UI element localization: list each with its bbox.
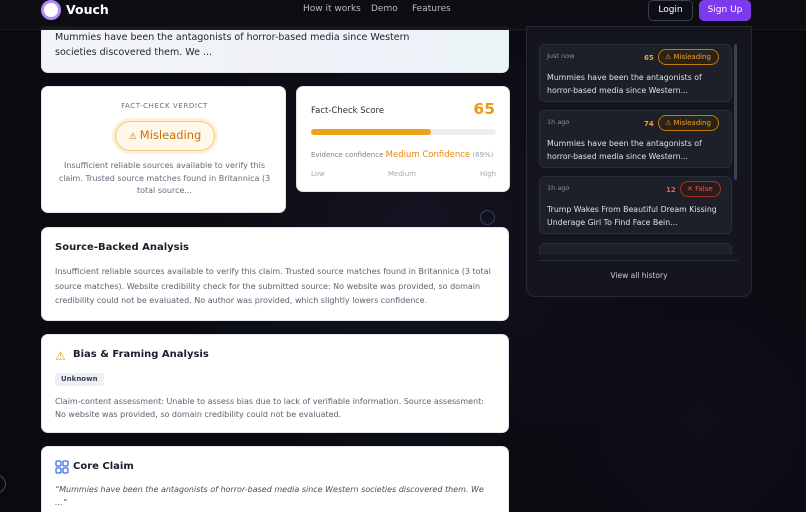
- scale-medium: Medium: [388, 170, 416, 178]
- view-all-history-link[interactable]: View all history: [526, 271, 752, 280]
- bias-status-badge: Unknown: [55, 373, 104, 386]
- warning-triangle-icon: ⚠: [128, 132, 137, 142]
- history-item-verdict: Misleading: [673, 119, 711, 127]
- evidence-confidence-label: Evidence confidence: [311, 151, 384, 159]
- history-scrollbar[interactable]: [734, 44, 737, 180]
- warning-triangle-icon: ⚠: [665, 53, 672, 61]
- score-card: Fact-Check Score 65 Evidence confidence …: [296, 86, 510, 192]
- evidence-confidence: Evidence confidence Medium Confidence (6…: [311, 150, 493, 160]
- claim-preview-text: Mummies have been the antagonists of hor…: [55, 32, 410, 58]
- history-item-verdict-badge: ✕ False: [680, 181, 721, 197]
- score-progress-bar: [311, 129, 496, 135]
- verdict-label: FACT-CHECK VERDICT: [121, 102, 208, 110]
- history-item-partial[interactable]: [539, 243, 732, 255]
- core-claim-body: “Mummies have been the antagonists of ho…: [55, 485, 484, 507]
- score-progress-fill: [311, 129, 432, 135]
- score-title: Fact-Check Score: [311, 106, 385, 116]
- history-item[interactable]: Just now 65 ⚠ Misleading Mummies have be…: [539, 44, 732, 102]
- history-item[interactable]: 1h ago 12 ✕ False Trump Wakes From Beaut…: [539, 176, 732, 234]
- history-item-verdict: False: [695, 185, 713, 193]
- signup-button[interactable]: Sign Up: [699, 0, 751, 21]
- close-x-icon: ✕: [687, 185, 693, 193]
- confidence-level: Medium Confidence: [385, 150, 471, 160]
- bias-body: Claim-content assessment: Unable to asse…: [55, 397, 484, 419]
- verdict-value: Misleading: [139, 128, 202, 142]
- nav-link-demo[interactable]: Demo: [371, 4, 398, 14]
- core-claim-title: Core Claim: [73, 461, 134, 472]
- source-analysis-card: Source-Backed Analysis Insufficient reli…: [41, 227, 509, 321]
- nav-link-features[interactable]: Features: [412, 4, 451, 14]
- history-item-verdict-badge: ⚠ Misleading: [658, 115, 719, 131]
- history-item-score: 12: [666, 186, 676, 194]
- verdict-badge: ⚠ Misleading: [115, 121, 215, 151]
- nav-link-how-it-works[interactable]: How it works: [303, 4, 361, 14]
- core-claim-card: Core Claim “Mummies have been the antago…: [41, 446, 509, 512]
- history-item-time: Just now: [547, 52, 575, 60]
- history-item-verdict-badge: ⚠ Misleading: [658, 49, 719, 65]
- history-item-verdict: Misleading: [673, 53, 711, 61]
- history-item-text: Mummies have been the antagonists of hor…: [547, 73, 702, 95]
- bias-analysis-card: ⚠ Bias & Framing Analysis Unknown Claim-…: [41, 334, 509, 433]
- verdict-description: Insufficient reliable sources available …: [58, 161, 271, 195]
- brand-name[interactable]: Vouch: [66, 2, 109, 17]
- history-item-score: 65: [644, 54, 654, 62]
- warning-triangle-icon: ⚠: [665, 119, 672, 127]
- scale-low: Low: [311, 170, 325, 178]
- history-divider: [539, 260, 738, 261]
- claim-preview-card: Mummies have been the antagonists of hor…: [41, 26, 509, 73]
- history-item-score: 74: [644, 120, 654, 128]
- verdict-card: FACT-CHECK VERDICT ⚠ Misleading Insuffici…: [41, 86, 286, 213]
- login-button[interactable]: Login: [648, 0, 693, 21]
- scale-high: High: [480, 170, 497, 178]
- analysis-body: Insufficient reliable sources available …: [55, 267, 491, 305]
- brand-logo-icon[interactable]: [41, 0, 61, 20]
- history-item-time: 1h ago: [547, 118, 570, 126]
- confidence-percent: (69%): [472, 151, 494, 159]
- warning-triangle-icon: ⚠: [55, 349, 66, 363]
- background-ring-decoration: [480, 210, 495, 225]
- bias-title: Bias & Framing Analysis: [73, 349, 209, 360]
- history-item-text: Mummies have been the antagonists of hor…: [547, 139, 702, 161]
- history-item-text: Trump Wakes From Beautiful Dream Kissing…: [547, 205, 717, 227]
- history-item[interactable]: 1h ago 74 ⚠ Misleading Mummies have been…: [539, 110, 732, 168]
- score-value: 65: [473, 100, 495, 118]
- analysis-title: Source-Backed Analysis: [55, 242, 189, 253]
- history-item-time: 1h ago: [547, 184, 570, 192]
- grid-icon: [55, 460, 69, 474]
